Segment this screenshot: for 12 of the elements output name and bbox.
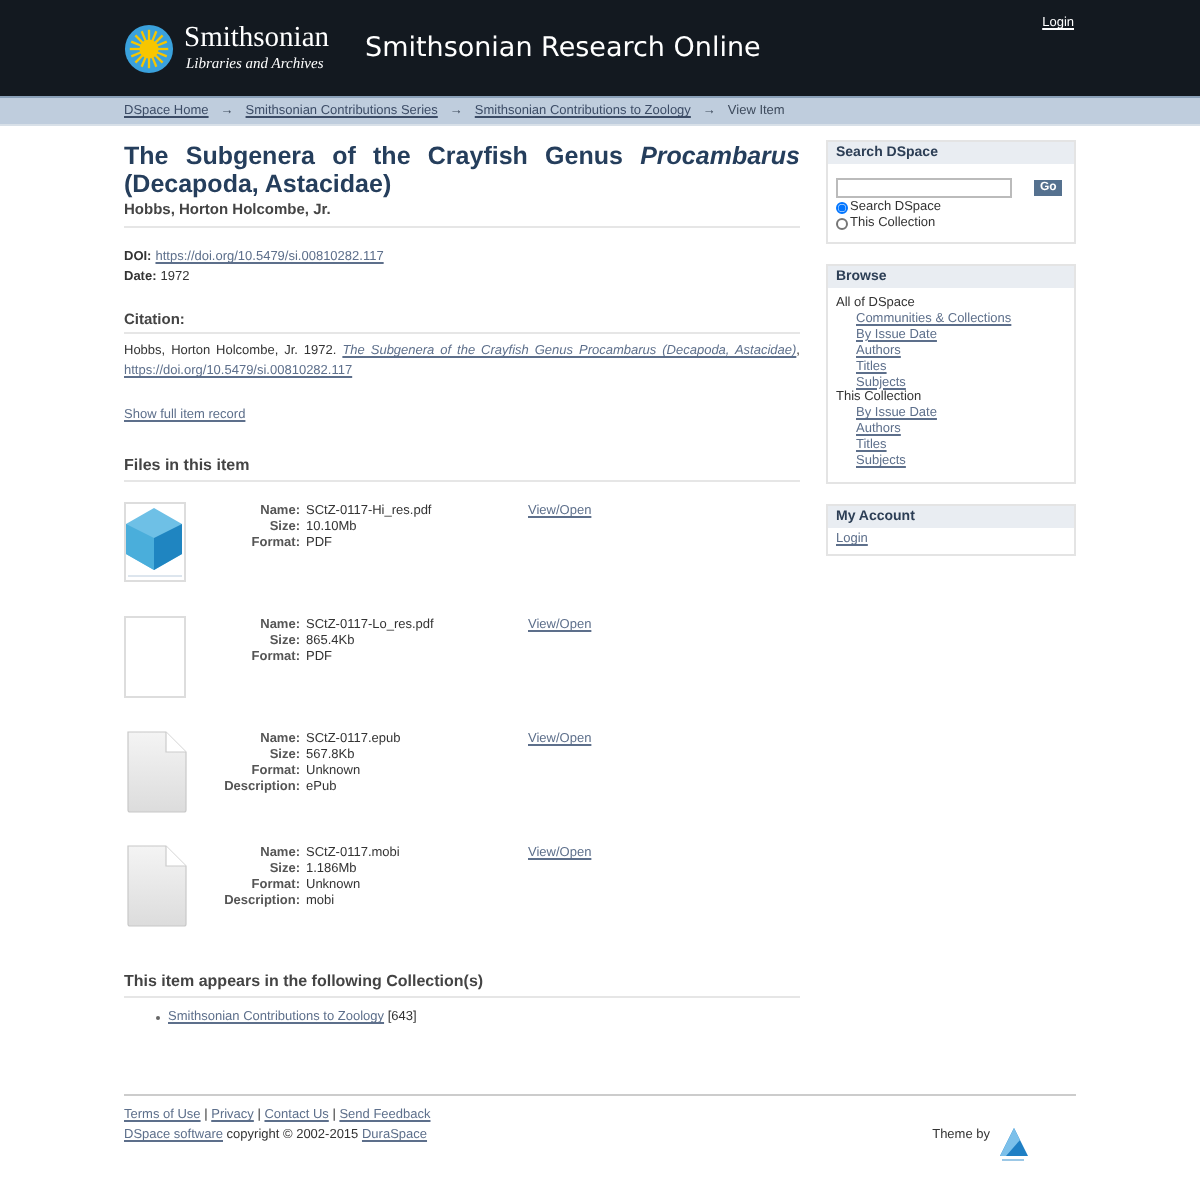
- sun-logo-icon: [124, 23, 174, 73]
- triangle-logo-icon[interactable]: [998, 1128, 1028, 1162]
- site-title: Smithsonian Research Online: [365, 32, 761, 64]
- files-heading: Files in this item: [124, 456, 800, 482]
- search-field[interactable]: [836, 178, 1012, 198]
- radio-button[interactable]: [836, 217, 848, 229]
- blank-page-thumbnail[interactable]: [124, 616, 186, 698]
- radio-button[interactable]: [836, 201, 848, 213]
- collections-heading: This item appears in the following Collection(s): [124, 972, 800, 998]
- cube-thumbnail[interactable]: [124, 502, 186, 582]
- logo-name: Smithsonian: [184, 24, 330, 54]
- item-title: The Subgenera of the Crayfish Genus Procambarus (Decapoda, Astacidae): [124, 144, 800, 198]
